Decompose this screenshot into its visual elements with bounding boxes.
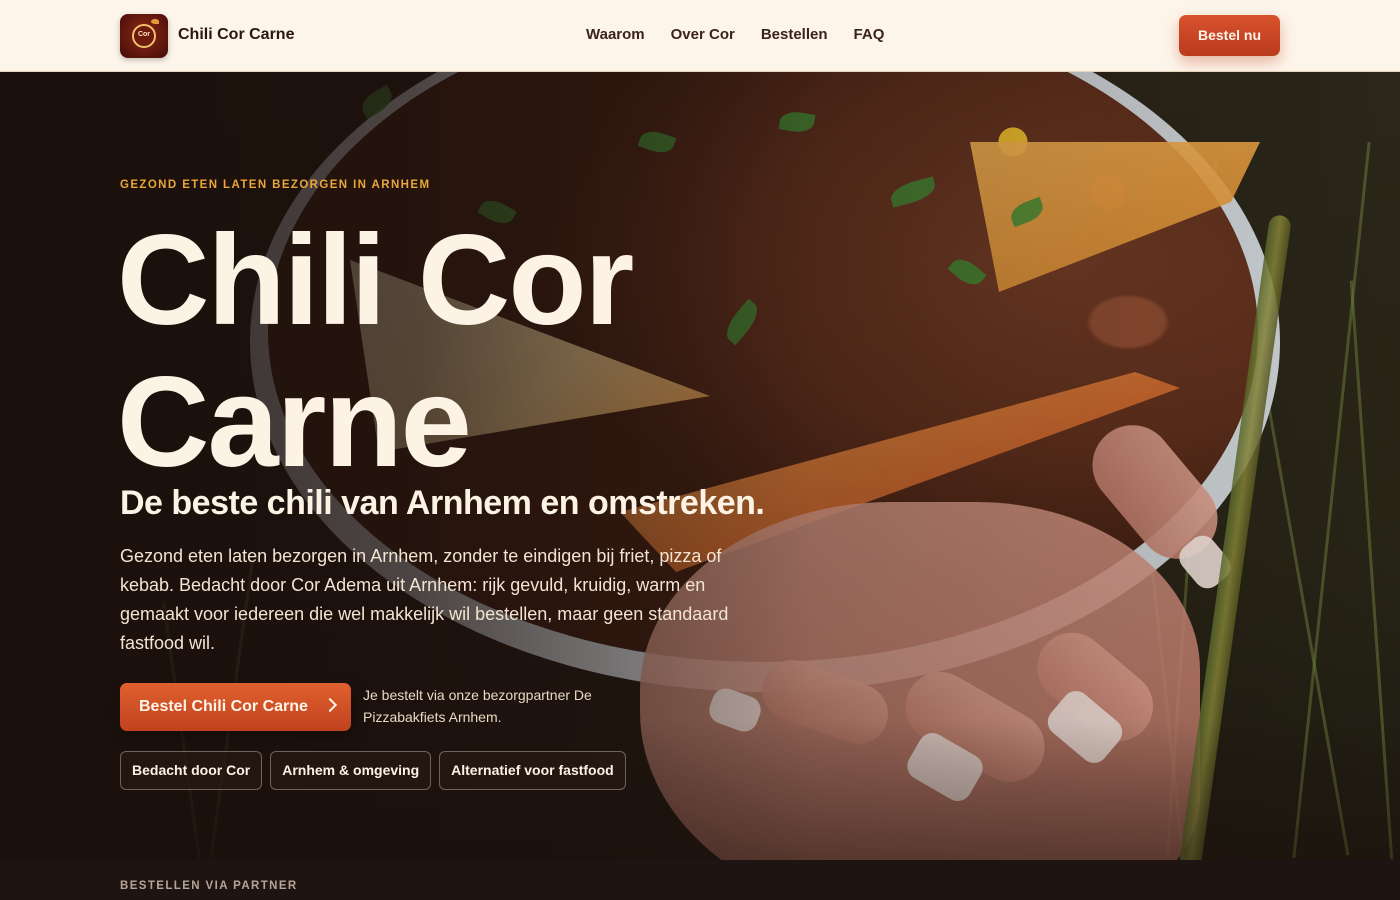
site-header: Cor Chili Cor Carne Waarom Over Cor Best… (0, 0, 1400, 72)
tag-arnhem-omgeving: Arnhem & omgeving (270, 751, 432, 790)
hero-description: Gezond eten laten bezorgen in Arnhem, zo… (120, 546, 729, 653)
logo-emblem: Cor (132, 24, 156, 48)
nav-link-over-cor[interactable]: Over Cor (671, 26, 735, 43)
tag-bedacht-door-cor: Bedacht door Cor (120, 751, 263, 790)
nav-link-faq[interactable]: FAQ (854, 26, 885, 43)
hero-title: Chili Cor Carne (117, 209, 634, 494)
main-nav: Waarom Over Cor Bestellen FAQ (586, 26, 884, 43)
hero-subtitle: De beste chili van Arnhem en omstreken. (120, 484, 765, 522)
order-chili-button[interactable]: Bestel Chili Cor Carne (120, 683, 351, 731)
logo-leaf-icon (151, 19, 159, 24)
nav-link-bestellen[interactable]: Bestellen (761, 26, 828, 43)
brand-logo[interactable]: Cor (120, 14, 168, 58)
nav-link-waarom[interactable]: Waarom (586, 26, 645, 43)
hero-eyebrow: GEZOND ETEN LATEN BEZORGEN IN ARNHEM (120, 179, 431, 191)
order-chili-button-label: Bestel Chili Cor Carne (139, 698, 308, 715)
order-partner-section: BESTELLEN VIA PARTNER (0, 860, 1400, 900)
hero-tags: Bedacht door Cor Arnhem & omgeving Alter… (120, 751, 626, 790)
delivery-partner-note: Je bestelt via onze bezorgpartner De Piz… (363, 687, 592, 725)
hero-section: GEZOND ETEN LATEN BEZORGEN IN ARNHEM Chi… (0, 72, 1400, 860)
section-label: BESTELLEN VIA PARTNER (120, 880, 298, 892)
order-now-button[interactable]: Bestel nu (1179, 15, 1280, 56)
logo-text: Cor (137, 31, 151, 38)
tag-alternatief-fastfood: Alternatief voor fastfood (439, 751, 626, 790)
brand-name[interactable]: Chili Cor Carne (178, 26, 294, 44)
chevron-right-icon (322, 697, 338, 713)
